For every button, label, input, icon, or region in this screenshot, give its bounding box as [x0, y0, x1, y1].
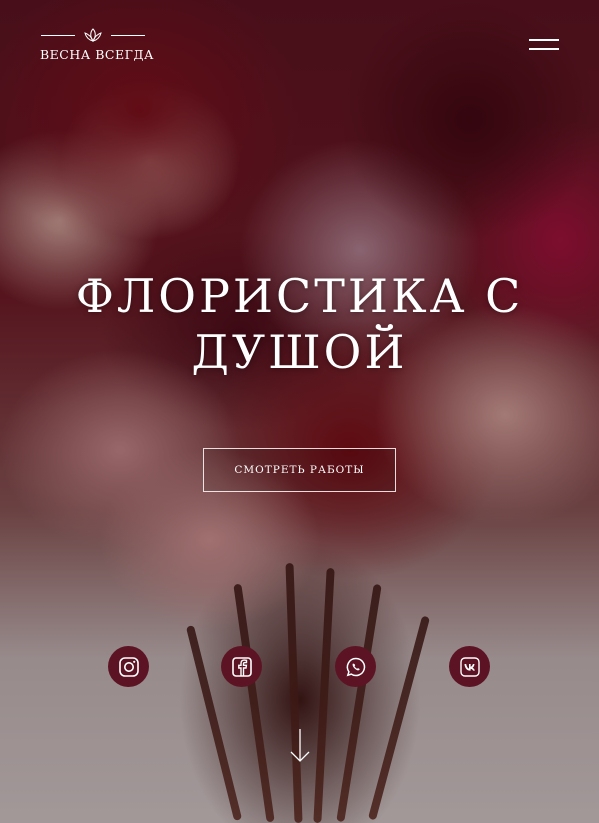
logo[interactable]: ВЕСНА ВСЕГДА: [40, 26, 154, 62]
hero-title-line-2: ДУШОЙ: [191, 325, 408, 379]
whatsapp-button[interactable]: [335, 646, 376, 687]
instagram-button[interactable]: [108, 646, 149, 687]
hero-title-line-1: ФЛОРИСТИКА С: [75, 269, 524, 323]
hero-title: ФЛОРИСТИКА С ДУШОЙ: [0, 268, 599, 380]
whatsapp-icon: [346, 657, 365, 676]
hero-section: ВЕСНА ВСЕГДА ФЛОРИСТИКА С ДУШОЙ СМОТРЕТЬ…: [0, 0, 599, 823]
instagram-icon: [118, 656, 139, 677]
dark-overlay: [0, 0, 599, 823]
arrow-down-icon[interactable]: [289, 728, 311, 764]
lotus-icon: [84, 28, 102, 42]
vk-button[interactable]: [449, 646, 490, 687]
facebook-button[interactable]: [221, 646, 262, 687]
view-works-button[interactable]: СМОТРЕТЬ РАБОТЫ: [203, 448, 396, 492]
vk-icon: [459, 656, 480, 677]
facebook-icon: [231, 656, 252, 677]
logo-text: ВЕСНА ВСЕГДА: [40, 47, 154, 62]
hamburger-menu-icon[interactable]: [529, 39, 559, 51]
